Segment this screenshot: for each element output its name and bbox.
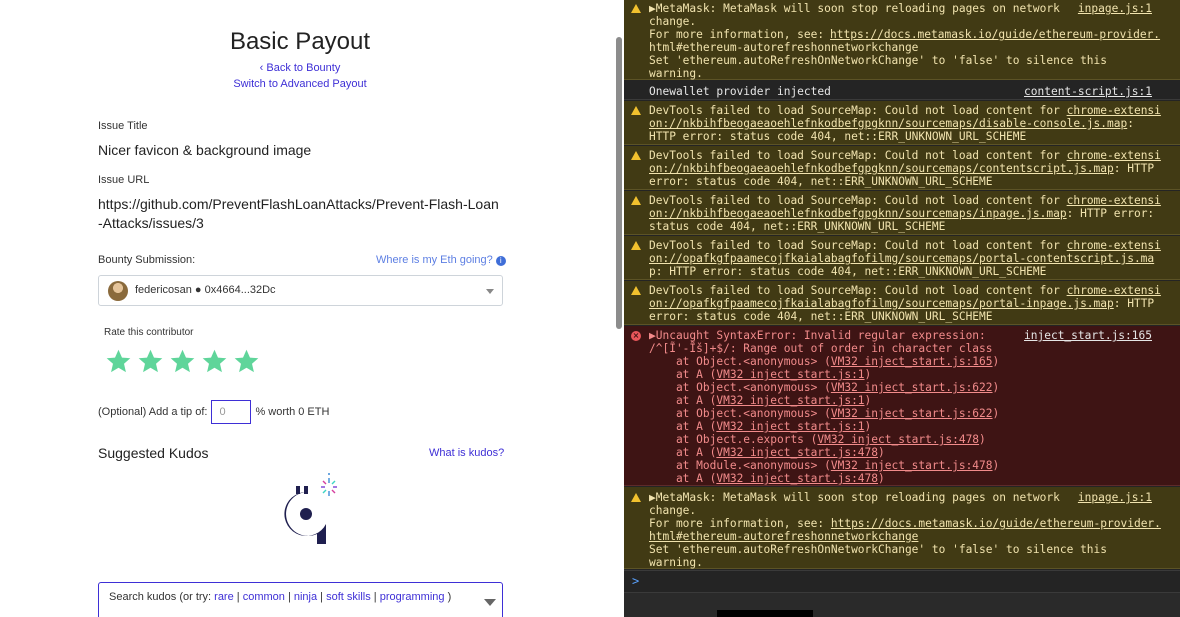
stack-frame: at A (VM32 inject_start.js:478) [649, 472, 885, 485]
kudos-logo-icon [284, 473, 337, 544]
drawer-tab[interactable] [717, 610, 813, 617]
stack-frame: at Object.e.exports (VM32 inject_start.j… [649, 433, 986, 446]
tip-label: (Optional) Add a tip of: [98, 406, 208, 418]
eth-going-text[interactable]: Where is my Eth going? [376, 254, 493, 266]
console-message-sourcemap: DevTools failed to load SourceMap: Could… [624, 236, 1180, 280]
warning-icon [631, 106, 641, 115]
issue-url-label: Issue URL [98, 174, 150, 186]
submission-user: federicosan ● 0x4664...32Dc [135, 284, 276, 296]
issue-url-value: https://github.com/PreventFlashLoanAttac… [98, 196, 499, 231]
page-scrollbar-thumb[interactable] [616, 37, 622, 329]
stack-frame: at Module.<anonymous> (VM32 inject_start… [649, 459, 1000, 472]
stack-frame-link[interactable]: VM32 inject_start.js:1 [716, 368, 864, 381]
console-drawer-bar [624, 592, 1180, 617]
search-kw-ninja[interactable]: ninja [294, 591, 317, 603]
issue-title-value: Nicer favicon & background image [98, 142, 312, 158]
issue-title-label: Issue Title [98, 120, 148, 132]
back-to-bounty-link[interactable]: ‹ Back to Bounty [0, 62, 600, 74]
warning-icon [631, 493, 641, 502]
console-message-metamask: ▶MetaMask: MetaMask will soon stop reloa… [624, 487, 1180, 569]
console-text: DevTools failed to load SourceMap: Could… [649, 284, 1161, 323]
tip-suffix: % worth 0 ETH [255, 406, 330, 418]
stack-frame-link[interactable]: VM32 inject_start.js:165 [831, 355, 993, 368]
stack-frame-link[interactable]: VM32 inject_start.js:622 [831, 381, 993, 394]
console-source-link[interactable]: inpage.js:1 [1078, 491, 1152, 504]
console-source-link[interactable]: inpage.js:1 [1078, 2, 1152, 15]
console-message-onewallet: Onewallet provider injected content-scri… [624, 81, 1180, 100]
console-input[interactable]: > [624, 570, 1180, 592]
switch-advanced-link[interactable]: Switch to Advanced Payout [0, 78, 600, 90]
stack-frame: at A (VM32 inject_start.js:1) [649, 368, 872, 381]
avatar [108, 281, 128, 301]
stack-frame: at A (VM32 inject_start.js:1) [649, 394, 872, 407]
warning-icon [631, 196, 641, 205]
console-stack-trace: at Object.<anonymous> (VM32 inject_start… [649, 355, 1159, 485]
devtools-console: ▶MetaMask: MetaMask will soon stop reloa… [624, 0, 1180, 617]
kudos-search-placeholder: Search kudos (or try: rare | common | ni… [109, 591, 452, 603]
bounty-submission-label: Bounty Submission: [98, 254, 196, 266]
stack-frame-link[interactable]: VM32 inject_start.js:478 [716, 446, 878, 459]
stack-frame-link[interactable]: VM32 inject_start.js:478 [817, 433, 979, 446]
tip-input[interactable]: 0 [211, 400, 252, 424]
stack-frame: at A (VM32 inject_start.js:478) [649, 446, 885, 459]
eth-going-link[interactable]: Where is my Eth going? i [376, 254, 506, 266]
what-is-kudos-link[interactable]: What is kudos? [429, 447, 504, 459]
star-icon[interactable] [233, 348, 260, 375]
search-kw-common[interactable]: common [243, 591, 285, 603]
warning-icon [631, 241, 641, 250]
stack-frame: at A (VM32 inject_start.js:1) [649, 420, 872, 433]
console-source-link[interactable]: inject_start.js:165 [1024, 329, 1152, 342]
console-link[interactable]: https://docs.metamask.io/guide/ethereum-… [830, 28, 1180, 41]
warning-icon [631, 151, 641, 160]
console-message-sourcemap: DevTools failed to load SourceMap: Could… [624, 281, 1180, 325]
stack-frame-link[interactable]: VM32 inject_start.js:1 [716, 420, 864, 433]
search-kw-rare[interactable]: rare [214, 591, 234, 603]
search-kw-programming[interactable]: programming [380, 591, 445, 603]
stack-frame: at Object.<anonymous> (VM32 inject_start… [649, 355, 1000, 368]
rating-stars[interactable] [105, 348, 260, 382]
chevron-down-icon[interactable] [484, 599, 496, 606]
page-title: Basic Payout [229, 28, 371, 55]
suggested-kudos-heading: Suggested Kudos [98, 445, 209, 461]
console-text: DevTools failed to load SourceMap: Could… [649, 104, 1161, 143]
star-icon[interactable] [105, 348, 132, 375]
stack-frame: at Object.<anonymous> (VM32 inject_start… [649, 381, 1000, 394]
stack-frame: at Object.<anonymous> (VM32 inject_start… [649, 407, 1000, 420]
warning-icon [631, 286, 641, 295]
star-icon[interactable] [201, 348, 228, 375]
info-icon[interactable]: i [495, 256, 506, 266]
stack-frame-link[interactable]: VM32 inject_start.js:1 [716, 394, 864, 407]
star-icon[interactable] [169, 348, 196, 375]
star-icon[interactable] [137, 348, 164, 375]
kudos-search-input[interactable]: Search kudos (or try: rare | common | ni… [98, 582, 503, 617]
prompt-chevron-icon: > [632, 574, 640, 588]
console-text: DevTools failed to load SourceMap: Could… [649, 149, 1161, 188]
console-message-sourcemap: DevTools failed to load SourceMap: Could… [624, 101, 1180, 145]
rate-label: Rate this contributor [104, 327, 194, 338]
kudos-sparkle [321, 473, 337, 496]
stack-frame-link[interactable]: VM32 inject_start.js:622 [831, 407, 993, 420]
submission-select[interactable]: federicosan ● 0x4664...32Dc [98, 275, 503, 306]
error-icon: × [631, 331, 641, 341]
warning-icon [631, 4, 641, 13]
payout-page: Basic Payout ‹ Back to Bounty Switch to … [0, 0, 614, 617]
stack-frame-link[interactable]: VM32 inject_start.js:478 [831, 459, 993, 472]
chevron-down-icon[interactable] [486, 289, 494, 294]
console-text: DevTools failed to load SourceMap: Could… [649, 239, 1161, 278]
tip-row: (Optional) Add a tip of: 0 % worth 0 ETH [98, 400, 329, 424]
console-message-metamask: ▶MetaMask: MetaMask will soon stop reloa… [624, 0, 1180, 80]
console-message-sourcemap: DevTools failed to load SourceMap: Could… [624, 146, 1180, 190]
console-text: DevTools failed to load SourceMap: Could… [649, 194, 1161, 233]
stack-frame-link[interactable]: VM32 inject_start.js:478 [716, 472, 878, 485]
console-message-sourcemap: DevTools failed to load SourceMap: Could… [624, 191, 1180, 235]
console-message-error: × ▶Uncaught SyntaxError: Invalid regular… [624, 326, 1180, 486]
search-kw-soft-skills[interactable]: soft skills [326, 591, 371, 603]
console-source-link[interactable]: content-script.js:1 [1024, 85, 1152, 98]
